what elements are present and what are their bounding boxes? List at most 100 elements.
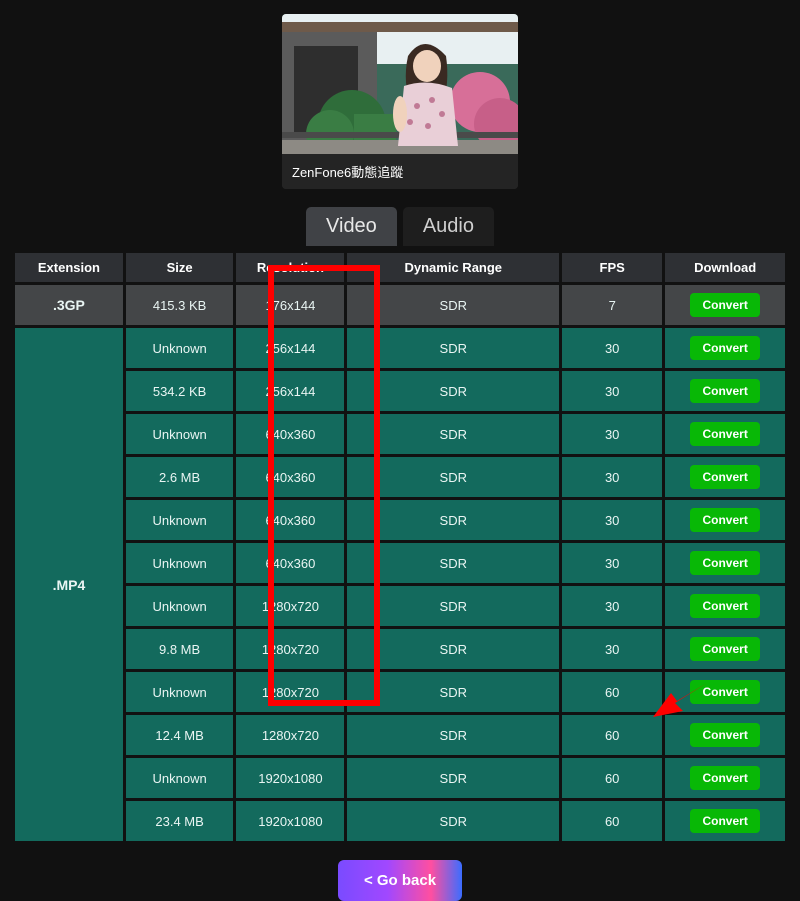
tab-video[interactable]: Video <box>306 207 397 246</box>
tab-audio[interactable]: Audio <box>403 207 494 246</box>
cell-resolution: 256x144 <box>236 371 344 411</box>
cell-dynamic-range: SDR <box>347 500 559 540</box>
cell-download: Convert <box>665 285 785 325</box>
cell-fps: 30 <box>562 328 662 368</box>
table-row: .MP4 Unknown 256x144 SDR 30 Convert <box>15 328 785 368</box>
cell-download: Convert <box>665 801 785 841</box>
convert-button[interactable]: Convert <box>690 293 759 317</box>
cell-download: Convert <box>665 715 785 755</box>
cell-resolution: 640x360 <box>236 457 344 497</box>
cell-fps: 60 <box>562 758 662 798</box>
convert-button[interactable]: Convert <box>690 637 759 661</box>
cell-fps: 60 <box>562 715 662 755</box>
cell-size: Unknown <box>126 672 233 712</box>
cell-download: Convert <box>665 672 785 712</box>
convert-button[interactable]: Convert <box>690 680 759 704</box>
cell-dynamic-range: SDR <box>347 457 559 497</box>
cell-fps: 30 <box>562 371 662 411</box>
convert-button[interactable]: Convert <box>690 508 759 532</box>
cell-resolution: 1280x720 <box>236 672 344 712</box>
cell-resolution: 1280x720 <box>236 586 344 626</box>
cell-size: Unknown <box>126 758 233 798</box>
convert-button[interactable]: Convert <box>690 723 759 747</box>
cell-dynamic-range: SDR <box>347 285 559 325</box>
cell-resolution: 640x360 <box>236 543 344 583</box>
format-tabs: Video Audio <box>0 207 800 246</box>
cell-resolution: 1280x720 <box>236 715 344 755</box>
table-row: Unknown 1280x720 SDR 60 Convert <box>15 672 785 712</box>
cell-resolution: 640x360 <box>236 414 344 454</box>
go-back-button[interactable]: < Go back <box>338 860 462 901</box>
convert-button[interactable]: Convert <box>690 809 759 833</box>
convert-button[interactable]: Convert <box>690 422 759 446</box>
table-row: .3GP 415.3 KB 176x144 SDR 7 Convert <box>15 285 785 325</box>
cell-fps: 30 <box>562 629 662 669</box>
cell-dynamic-range: SDR <box>347 672 559 712</box>
cell-size: 23.4 MB <box>126 801 233 841</box>
cell-resolution: 1920x1080 <box>236 758 344 798</box>
table-row: Unknown 640x360 SDR 30 Convert <box>15 414 785 454</box>
cell-dynamic-range: SDR <box>347 629 559 669</box>
cell-fps: 30 <box>562 543 662 583</box>
cell-size: 2.6 MB <box>126 457 233 497</box>
convert-button[interactable]: Convert <box>690 379 759 403</box>
cell-fps: 30 <box>562 457 662 497</box>
cell-dynamic-range: SDR <box>347 801 559 841</box>
video-thumbnail-card: ZenFone6動態追蹤 <box>282 14 518 189</box>
cell-fps: 30 <box>562 500 662 540</box>
table-header-row: Extension Size Resolution Dynamic Range … <box>15 253 785 282</box>
convert-button[interactable]: Convert <box>690 336 759 360</box>
convert-button[interactable]: Convert <box>690 766 759 790</box>
cell-dynamic-range: SDR <box>347 715 559 755</box>
cell-dynamic-range: SDR <box>347 543 559 583</box>
cell-resolution: 1920x1080 <box>236 801 344 841</box>
cell-size: 415.3 KB <box>126 285 233 325</box>
cell-download: Convert <box>665 758 785 798</box>
cell-fps: 7 <box>562 285 662 325</box>
video-thumbnail-image <box>282 14 518 154</box>
cell-fps: 60 <box>562 672 662 712</box>
cell-fps: 30 <box>562 586 662 626</box>
cell-size: Unknown <box>126 500 233 540</box>
cell-download: Convert <box>665 457 785 497</box>
cell-resolution: 176x144 <box>236 285 344 325</box>
cell-dynamic-range: SDR <box>347 328 559 368</box>
col-resolution: Resolution <box>236 253 344 282</box>
convert-button[interactable]: Convert <box>690 465 759 489</box>
cell-size: Unknown <box>126 586 233 626</box>
col-download: Download <box>665 253 785 282</box>
table-row: Unknown 1920x1080 SDR 60 Convert <box>15 758 785 798</box>
col-dynamic-range: Dynamic Range <box>347 253 559 282</box>
col-extension: Extension <box>15 253 123 282</box>
cell-dynamic-range: SDR <box>347 371 559 411</box>
cell-extension: .MP4 <box>15 328 123 841</box>
cell-size: 9.8 MB <box>126 629 233 669</box>
cell-size: Unknown <box>126 414 233 454</box>
cell-download: Convert <box>665 500 785 540</box>
cell-dynamic-range: SDR <box>347 414 559 454</box>
cell-extension: .3GP <box>15 285 123 325</box>
cell-dynamic-range: SDR <box>347 758 559 798</box>
table-row: 12.4 MB 1280x720 SDR 60 Convert <box>15 715 785 755</box>
cell-size: Unknown <box>126 543 233 583</box>
cell-resolution: 640x360 <box>236 500 344 540</box>
formats-table: Extension Size Resolution Dynamic Range … <box>12 250 788 844</box>
cell-download: Convert <box>665 629 785 669</box>
cell-size: 12.4 MB <box>126 715 233 755</box>
table-row: Unknown 1280x720 SDR 30 Convert <box>15 586 785 626</box>
cell-download: Convert <box>665 328 785 368</box>
table-row: 2.6 MB 640x360 SDR 30 Convert <box>15 457 785 497</box>
convert-button[interactable]: Convert <box>690 594 759 618</box>
cell-dynamic-range: SDR <box>347 586 559 626</box>
cell-fps: 60 <box>562 801 662 841</box>
table-row: 9.8 MB 1280x720 SDR 30 Convert <box>15 629 785 669</box>
cell-resolution: 1280x720 <box>236 629 344 669</box>
convert-button[interactable]: Convert <box>690 551 759 575</box>
cell-download: Convert <box>665 586 785 626</box>
video-title: ZenFone6動態追蹤 <box>282 154 518 189</box>
cell-size: Unknown <box>126 328 233 368</box>
table-row: 23.4 MB 1920x1080 SDR 60 Convert <box>15 801 785 841</box>
cell-download: Convert <box>665 543 785 583</box>
cell-size: 534.2 KB <box>126 371 233 411</box>
table-row: Unknown 640x360 SDR 30 Convert <box>15 543 785 583</box>
